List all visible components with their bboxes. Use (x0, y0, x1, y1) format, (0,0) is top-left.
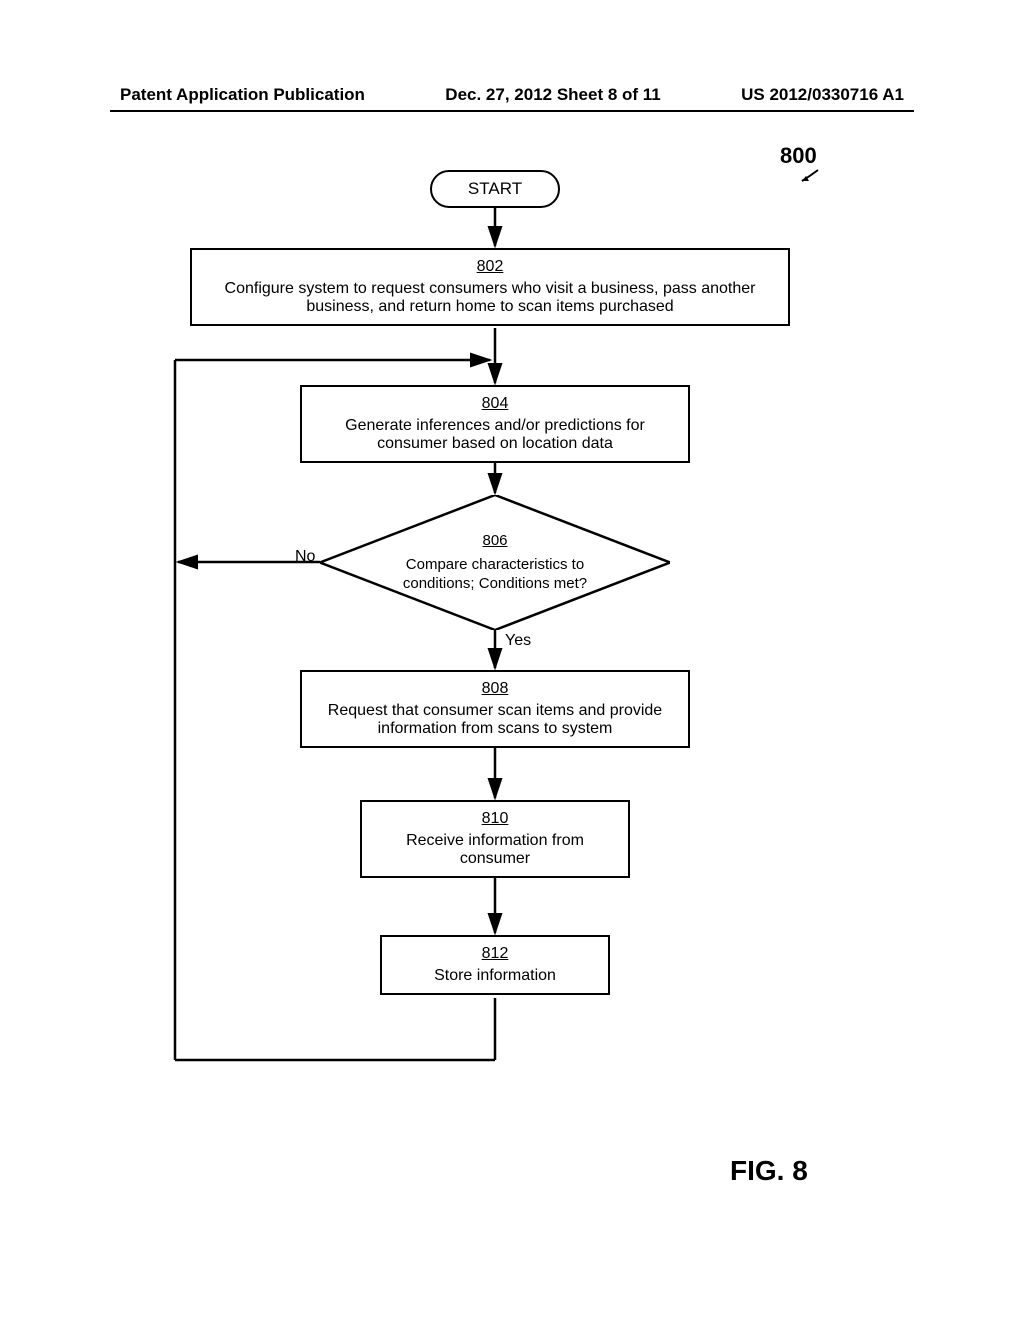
start-label: START (468, 179, 522, 199)
step-808-number: 808 (312, 680, 678, 698)
step-812-text: Store information (434, 967, 556, 984)
step-806-text: Compare characteristics to conditions; C… (320, 555, 670, 594)
page-header: Patent Application Publication Dec. 27, … (0, 85, 1024, 105)
step-810-text: Receive information from consumer (406, 832, 584, 867)
decision-806: 806 Compare characteristics to condition… (320, 495, 670, 630)
step-806-number: 806 (482, 531, 507, 551)
step-812: 812 Store information (380, 935, 610, 995)
step-810-number: 810 (372, 810, 618, 828)
step-808: 808 Request that consumer scan items and… (300, 670, 690, 748)
step-804: 804 Generate inferences and/or predictio… (300, 385, 690, 463)
step-812-number: 812 (392, 945, 598, 963)
yes-label: Yes (505, 632, 531, 650)
step-810: 810 Receive information from consumer (360, 800, 630, 878)
step-804-text: Generate inferences and/or predictions f… (345, 417, 645, 452)
no-label: No (295, 548, 315, 566)
step-802-text: Configure system to request consumers wh… (225, 280, 756, 315)
header-right: US 2012/0330716 A1 (741, 85, 904, 105)
flowchart-diagram: START 802 Configure system to request co… (150, 160, 830, 1160)
step-802: 802 Configure system to request consumer… (190, 248, 790, 326)
header-left: Patent Application Publication (120, 85, 365, 105)
step-804-number: 804 (312, 395, 678, 413)
step-808-text: Request that consumer scan items and pro… (328, 702, 662, 737)
header-center: Dec. 27, 2012 Sheet 8 of 11 (445, 85, 660, 105)
header-rule (110, 110, 914, 112)
figure-label: FIG. 8 (730, 1155, 808, 1187)
decision-806-content: 806 Compare characteristics to condition… (320, 495, 670, 630)
start-node: START (430, 170, 560, 208)
step-802-number: 802 (202, 258, 778, 276)
